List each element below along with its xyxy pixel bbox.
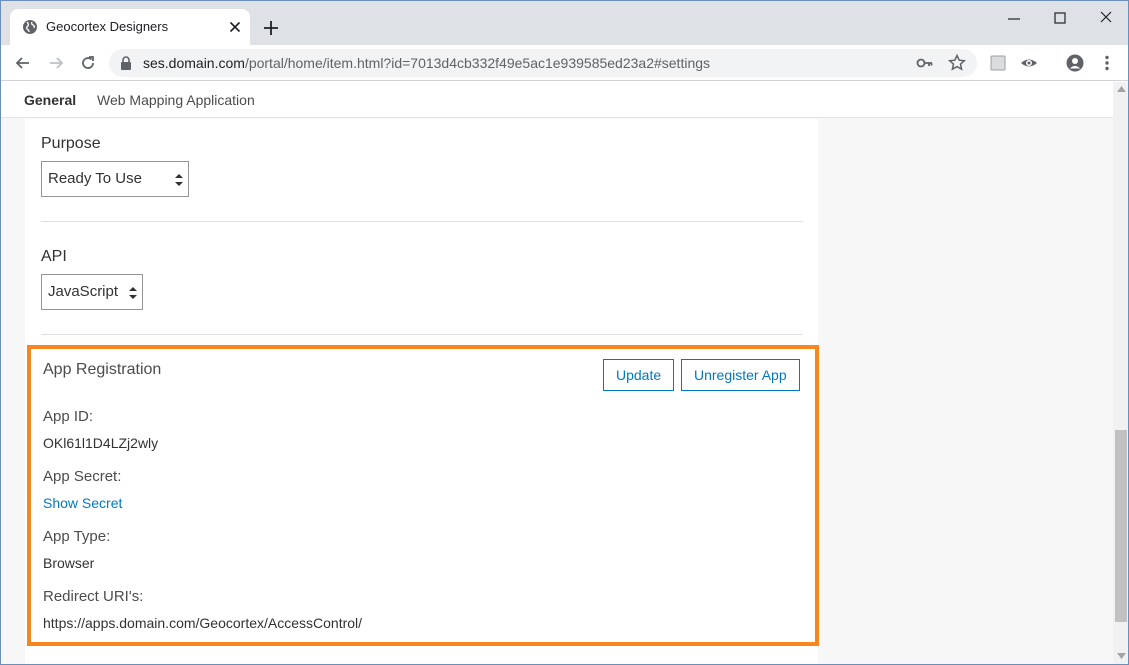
app-type-value: Browser bbox=[43, 555, 95, 571]
close-window-icon[interactable] bbox=[1094, 7, 1118, 31]
divider bbox=[41, 334, 803, 335]
purpose-label: Purpose bbox=[41, 135, 101, 152]
forward-icon[interactable] bbox=[46, 53, 66, 73]
lock-icon bbox=[121, 56, 131, 70]
select-arrows-icon bbox=[175, 174, 183, 186]
divider bbox=[41, 221, 803, 222]
redirect-uris-label: Redirect URI's: bbox=[43, 588, 144, 605]
subnav-item-web-mapping-application[interactable]: Web Mapping Application bbox=[97, 92, 255, 108]
update-button[interactable]: Update bbox=[603, 359, 675, 391]
globe-icon bbox=[23, 20, 37, 34]
key-icon[interactable] bbox=[915, 53, 935, 73]
app-secret-label: App Secret: bbox=[43, 468, 122, 485]
purpose-select[interactable]: Ready To Use bbox=[41, 161, 189, 197]
back-icon[interactable] bbox=[13, 53, 33, 73]
api-select-value: JavaScript bbox=[48, 283, 119, 300]
show-secret-link[interactable]: Show Secret bbox=[43, 495, 122, 511]
scroll-down-arrow-icon[interactable] bbox=[1117, 653, 1126, 659]
app-registration-title: App Registration bbox=[43, 361, 162, 378]
maximize-icon[interactable] bbox=[1048, 7, 1072, 31]
reload-icon[interactable] bbox=[78, 53, 98, 73]
minimize-icon[interactable] bbox=[1002, 7, 1026, 31]
redirect-uri-value: https://apps.domain.com/Geocortex/Access… bbox=[43, 615, 363, 631]
purpose-select-value: Ready To Use bbox=[48, 170, 142, 187]
close-icon[interactable] bbox=[226, 18, 244, 36]
app-registration-section: App Registration Update Unregister App A… bbox=[27, 345, 819, 646]
app-id-value: OKl61l1D4LZj2wly bbox=[43, 435, 159, 451]
tab-title: Geocortex Designers bbox=[46, 19, 169, 34]
page-content: General Web Mapping Application Purpose … bbox=[1, 82, 1113, 664]
url-host: ses.domain.com bbox=[143, 55, 245, 71]
title-bar: Geocortex Designers bbox=[1, 1, 1128, 45]
browser-window: Geocortex Designers ses.domain.com/porta… bbox=[0, 0, 1129, 665]
eye-icon[interactable] bbox=[1019, 53, 1039, 73]
plus-icon[interactable] bbox=[261, 18, 281, 38]
subnav-item-general[interactable]: General bbox=[24, 92, 76, 108]
url-text: ses.domain.com/portal/home/item.html?id=… bbox=[143, 55, 710, 71]
page-scrollbar[interactable] bbox=[1113, 82, 1128, 664]
url-path: /portal/home/item.html?id=7013d4cb332f49… bbox=[244, 55, 711, 71]
app-type-label: App Type: bbox=[43, 528, 111, 545]
browser-tab[interactable]: Geocortex Designers bbox=[10, 9, 250, 45]
scrollbar-thumb[interactable] bbox=[1115, 430, 1127, 622]
browser-toolbar: ses.domain.com/portal/home/item.html?id=… bbox=[1, 45, 1128, 81]
select-arrows-icon bbox=[129, 287, 137, 299]
api-label: API bbox=[41, 248, 67, 265]
address-bar[interactable]: ses.domain.com/portal/home/item.html?id=… bbox=[109, 49, 977, 77]
account-icon[interactable] bbox=[1065, 53, 1085, 73]
extension-icon[interactable] bbox=[988, 53, 1008, 73]
scroll-up-arrow-icon[interactable] bbox=[1117, 86, 1126, 92]
app-id-label: App ID: bbox=[43, 408, 94, 425]
settings-card: Purpose Ready To Use API JavaScript App … bbox=[25, 119, 819, 664]
star-icon[interactable] bbox=[947, 53, 967, 73]
unregister-app-button[interactable]: Unregister App bbox=[681, 359, 800, 391]
settings-subnav: General Web Mapping Application bbox=[1, 82, 1113, 118]
more-icon[interactable] bbox=[1097, 53, 1117, 73]
api-select[interactable]: JavaScript bbox=[41, 274, 143, 310]
